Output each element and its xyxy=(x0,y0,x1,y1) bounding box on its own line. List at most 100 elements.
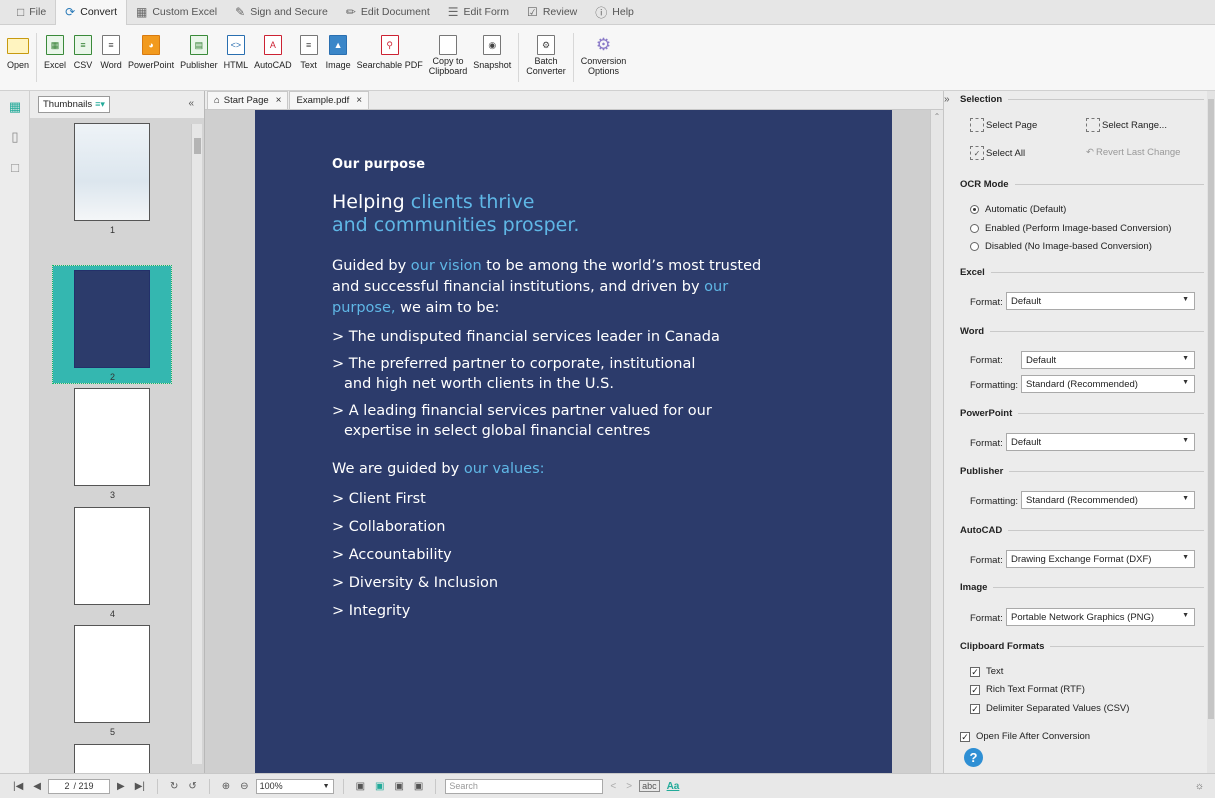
menu-help[interactable]: ⓘ Help xyxy=(586,0,643,25)
ocr-enabled-radio[interactable]: Enabled (Perform Image-based Conversion) xyxy=(970,223,1171,234)
powerpoint-button[interactable]: ◕ PowerPoint xyxy=(125,25,177,90)
document-page: Our purpose Helping clients thrive and co… xyxy=(255,110,892,773)
section-selection: Selection xyxy=(960,94,1204,105)
word-formatting-dropdown[interactable]: Standard (Recommended) ▼ xyxy=(1021,375,1195,393)
menu-edit-form[interactable]: ☰ Edit Form xyxy=(439,0,518,25)
collapse-left-icon[interactable]: « xyxy=(188,98,194,109)
collapse-right-icon[interactable]: » xyxy=(944,94,950,105)
tab-start-page[interactable]: ⌂ Start Page × xyxy=(207,91,289,109)
help-button[interactable]: ? xyxy=(964,748,983,767)
status-separator xyxy=(157,778,158,794)
autocad-button[interactable]: A AutoCAD xyxy=(251,25,295,90)
text-button[interactable]: ≡ Text xyxy=(295,25,323,90)
whole-word-icon[interactable]: abc xyxy=(639,780,660,792)
thumbnail-page-1[interactable] xyxy=(74,123,150,221)
thumbnails-selector[interactable]: Thumbnails ≡▾ xyxy=(38,96,110,113)
cb-rtf-checkbox[interactable]: ✓ Rich Text Format (RTF) xyxy=(970,684,1085,695)
options-scrollbar[interactable] xyxy=(1207,91,1215,773)
menu-custom-excel[interactable]: ▦ Custom Excel xyxy=(127,0,226,25)
scrollbar-thumb[interactable] xyxy=(1208,99,1214,719)
ocr-disabled-radio[interactable]: Disabled (No Image-based Conversion) xyxy=(970,241,1152,252)
select-page-button[interactable]: Select Page xyxy=(970,118,1037,132)
menu-edit-document[interactable]: ✏ Edit Document xyxy=(337,0,439,25)
previous-page-icon[interactable]: ◀ xyxy=(30,781,44,792)
pub-formatting-dropdown[interactable]: Standard (Recommended) ▼ xyxy=(1021,491,1195,509)
thumbnail-page-4[interactable] xyxy=(74,507,150,605)
scroll-up-icon[interactable]: ⌃ xyxy=(931,112,943,121)
continuous-view-icon[interactable]: ▣ xyxy=(372,781,387,792)
thumbnail-page-5[interactable] xyxy=(74,625,150,723)
facing-view-icon[interactable]: ▣ xyxy=(411,781,426,792)
last-page-icon[interactable]: ▶| xyxy=(132,781,148,792)
publisher-button[interactable]: ▤ Publisher xyxy=(177,25,221,90)
csv-icon: ≡ xyxy=(74,35,93,55)
thumbnail-page-3[interactable] xyxy=(74,388,150,486)
menu-bar: □ File ⟳ Convert ▦ Custom Excel ✎ Sign and S… xyxy=(0,0,1215,25)
ocr-automatic-radio[interactable]: Automatic (Default) xyxy=(970,204,1066,215)
menu-sign-secure[interactable]: ✎ Sign and Secure xyxy=(226,0,337,25)
autocad-format-label: Format: xyxy=(970,555,1003,566)
rotate-right-icon[interactable]: ↻ xyxy=(167,781,181,792)
text-icon: ≡ xyxy=(299,35,318,55)
snapshot-button[interactable]: ◉ Snapshot xyxy=(470,25,514,90)
attachment-icon[interactable]: □ xyxy=(7,159,23,175)
image-button[interactable]: ▲ Image xyxy=(323,25,354,90)
dropdown-arrow-icon: ▼ xyxy=(1182,612,1189,619)
batch-converter-button[interactable]: ⚙ Batch Converter xyxy=(523,25,569,90)
close-icon[interactable]: × xyxy=(276,95,282,106)
open-button[interactable]: Open xyxy=(4,25,32,90)
image-icon: ▲ xyxy=(329,35,348,55)
search-next-icon[interactable]: > xyxy=(623,781,635,792)
first-page-icon[interactable]: |◀ xyxy=(10,781,26,792)
menu-convert[interactable]: ⟳ Convert xyxy=(55,0,127,25)
select-page-icon xyxy=(970,118,984,132)
brightness-icon[interactable]: ☼ xyxy=(1192,781,1207,792)
search-input[interactable]: Search xyxy=(445,778,604,794)
searchable-pdf-button[interactable]: ⚲ Searchable PDF xyxy=(354,25,426,90)
search-previous-icon[interactable]: < xyxy=(607,781,619,792)
zoom-dropdown[interactable]: 100% ▼ xyxy=(255,778,334,794)
zoom-out-icon[interactable]: ⊖ xyxy=(237,781,251,792)
scrollbar-thumb[interactable] xyxy=(194,138,201,154)
ppt-format-dropdown[interactable]: Default ▼ xyxy=(1006,433,1195,451)
bookmark-icon[interactable]: ▯ xyxy=(7,129,23,145)
tab-example-pdf[interactable]: Example.pdf × xyxy=(289,91,370,109)
word-button[interactable]: ≡ Word xyxy=(97,25,125,90)
edit-icon: ✏ xyxy=(345,5,356,19)
html-button[interactable]: <> HTML xyxy=(221,25,252,90)
image-format-dropdown[interactable]: Portable Network Graphics (PNG) ▼ xyxy=(1006,608,1195,626)
cb-csv-checkbox[interactable]: ✓ Delimiter Separated Values (CSV) xyxy=(970,703,1129,714)
undo-icon: ↶ xyxy=(1086,147,1094,158)
menu-review[interactable]: ☑ Review xyxy=(518,0,586,25)
match-case-icon[interactable]: Aa xyxy=(664,781,683,792)
single-page-view-icon[interactable]: ▣ xyxy=(353,781,368,792)
excel-format-dropdown[interactable]: Default ▼ xyxy=(1006,292,1195,310)
radio-checked xyxy=(970,205,979,214)
select-range-button[interactable]: Select Range... xyxy=(1086,118,1167,132)
section-image: Image xyxy=(960,582,1204,593)
thumbnail-page-2[interactable] xyxy=(74,270,150,368)
next-page-icon[interactable]: ▶ xyxy=(114,781,128,792)
select-all-button[interactable]: ✓ Select All xyxy=(970,146,1025,160)
conversion-options-button[interactable]: ⚙ Conversion Options xyxy=(578,25,630,90)
section-publisher: Publisher xyxy=(960,466,1204,477)
zoom-in-icon[interactable]: ⊕ xyxy=(219,781,233,792)
menu-file[interactable]: □ File xyxy=(8,0,55,25)
revert-last-change-button[interactable]: ↶ Revert Last Change xyxy=(1086,147,1180,158)
open-after-conversion-checkbox[interactable]: ✓ Open File After Conversion xyxy=(960,731,1090,742)
section-ocr-mode: OCR Mode xyxy=(960,179,1204,190)
thumbnails-scrollbar[interactable] xyxy=(191,124,202,764)
thumbnail-page-6[interactable] xyxy=(74,744,150,773)
word-format-dropdown[interactable]: Default ▼ xyxy=(1021,351,1195,369)
two-page-view-icon[interactable]: ▣ xyxy=(391,781,406,792)
copy-to-clipboard-button[interactable]: Copy to Clipboard xyxy=(426,25,471,90)
excel-button[interactable]: ▦ Excel xyxy=(41,25,69,90)
cb-text-checkbox[interactable]: ✓ Text xyxy=(970,666,1003,677)
document-scrollbar[interactable]: ⌃ xyxy=(930,110,943,773)
close-icon[interactable]: × xyxy=(356,95,362,106)
page-number-input[interactable]: 2/ 219 xyxy=(48,778,110,794)
rotate-left-icon[interactable]: ↺ xyxy=(185,781,199,792)
thumbnails-icon[interactable]: ▦ xyxy=(7,99,23,115)
autocad-format-dropdown[interactable]: Drawing Exchange Format (DXF) ▼ xyxy=(1006,550,1195,568)
csv-button[interactable]: ≡ CSV xyxy=(69,25,97,90)
